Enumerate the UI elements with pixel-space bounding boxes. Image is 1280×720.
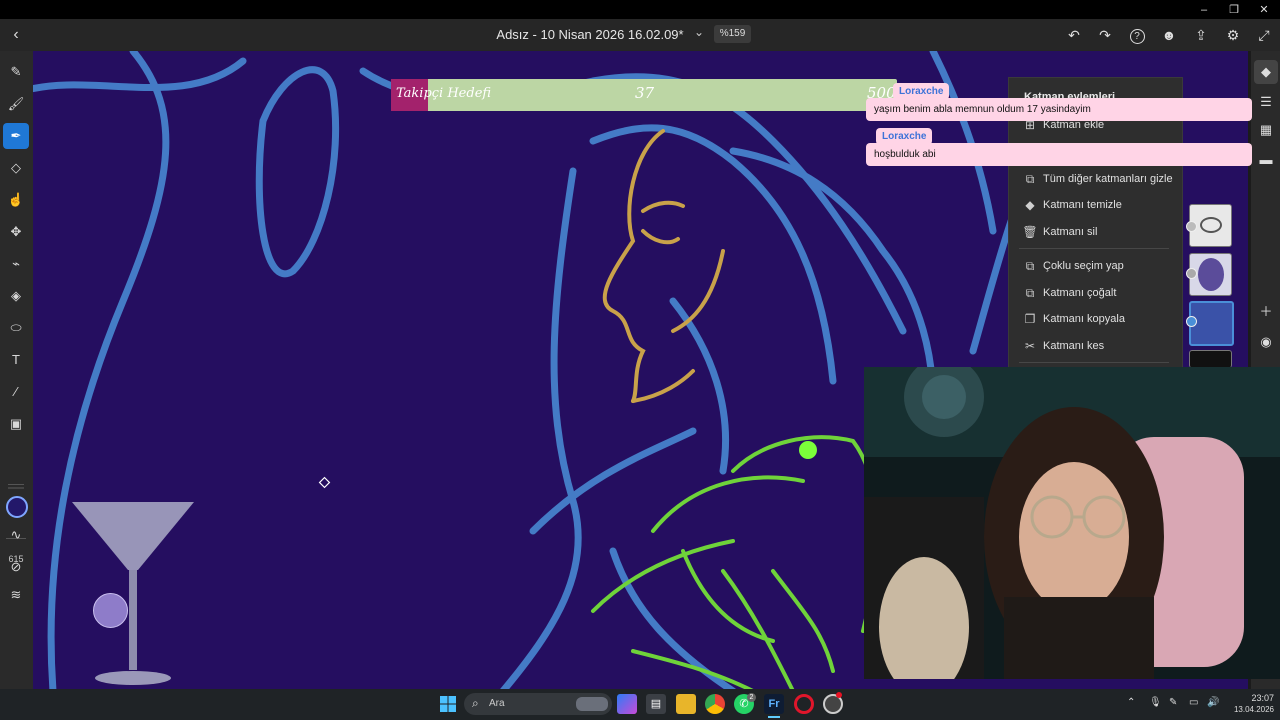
image-icon[interactable]: ▣ (3, 411, 29, 437)
pen-icon[interactable]: ✎ (1169, 697, 1177, 708)
eyedropper-icon[interactable]: ⁄ (3, 379, 29, 405)
follower-goal-bar: Takipçi Hedefi 37 500 (391, 79, 897, 111)
menu-item-1[interactable]: ⧉ Tüm diğer katmanları gizle (1009, 166, 1182, 192)
tools-toolbar: ✎ 🖌 ✒ ◇ ☝ ✥ ⌁ ◈ ⬭ T ⁄ ▣ 615 ∿ ⊘ ≋ (0, 51, 33, 689)
menu-item-label: Katmanı çoğalt (1043, 287, 1117, 299)
taskbar-search[interactable]: ⌕ Ara (464, 693, 612, 715)
start-icon[interactable] (438, 694, 458, 714)
volume-icon[interactable]: 🔊 (1207, 697, 1219, 708)
eye-icon[interactable]: ◉ (1254, 330, 1278, 354)
help-icon[interactable]: ? (1126, 24, 1148, 46)
pixel-brush-icon[interactable]: ✎ (3, 59, 29, 85)
redo-icon[interactable]: ↷ (1094, 24, 1116, 46)
menu-item-3[interactable]: 🗑 Katmanı sil (1009, 219, 1182, 245)
menu-divider (1019, 248, 1169, 249)
explorer-icon[interactable] (676, 694, 696, 714)
adjustments-icon[interactable]: ☰ (1254, 90, 1278, 114)
menu-item-2[interactable]: ◆ Katmanı temizle (1009, 192, 1182, 218)
clock-date[interactable]: 13.04.2026 (1224, 705, 1274, 714)
search-icon: ⌕ (472, 696, 479, 710)
layer-visibility-dot[interactable] (1186, 268, 1197, 279)
smudge-icon[interactable]: ☝ (3, 187, 29, 213)
menu-item-label: Tüm diğer katmanları gizle (1043, 173, 1173, 185)
scissors-icon: ✂ (1024, 339, 1036, 353)
chat-message: yaşım benim abla memnun oldum 17 yasinda… (866, 98, 1252, 121)
menu-item-label: Katmanı kes (1043, 340, 1105, 352)
active-app-indicator (768, 716, 780, 718)
notification-badge: 2 (747, 693, 756, 702)
menu-item-label: Katmanı sil (1043, 226, 1098, 238)
fill-icon[interactable]: ◈ (3, 283, 29, 309)
move-icon[interactable]: ✥ (3, 219, 29, 245)
menu-item-5[interactable]: ⧉ Katmanı çoğalt (1009, 280, 1182, 306)
grid-icon[interactable]: ▦ (1254, 118, 1278, 142)
microphone-icon[interactable]: 🎙 (1149, 697, 1162, 708)
zoom-level[interactable]: %159 (714, 25, 751, 43)
layer-visibility-dot[interactable] (1186, 316, 1197, 327)
goal-current: 37 (635, 84, 655, 102)
close-button[interactable]: ✕ (1249, 1, 1279, 19)
search-highlight-image (576, 697, 608, 711)
webcam-overlay (864, 367, 1280, 679)
martini-glass-decoration (72, 502, 194, 685)
clock-time[interactable]: 23:07 (1234, 693, 1274, 703)
menu-item-label: Katmanı kopyala (1043, 313, 1125, 325)
color-swatch[interactable] (6, 496, 28, 518)
opera-icon[interactable] (794, 694, 814, 714)
add-layer-icon[interactable]: ＋ (1254, 300, 1278, 324)
comments-icon[interactable]: ▬ (1254, 148, 1278, 172)
menu-item-7[interactable]: ✂ Katmanı kes (1009, 333, 1182, 359)
fresco-icon[interactable]: Fr (764, 694, 784, 714)
vector-brush-icon[interactable]: ✒ (3, 123, 29, 149)
minimize-button[interactable]: – (1189, 1, 1219, 19)
eraser-icon[interactable]: ◇ (3, 155, 29, 181)
stabilizer-icon[interactable]: ∿ (3, 522, 29, 548)
clear-layer-icon: ◆ (1025, 198, 1035, 212)
pressure-icon[interactable]: ⊘ (3, 554, 29, 580)
menu-item-4[interactable]: ⧉ Çoklu seçim yap (1009, 253, 1182, 279)
webcam-feed (864, 367, 1280, 679)
settings-icon[interactable]: ⚙ (1222, 24, 1244, 46)
copilot-icon[interactable] (617, 694, 637, 714)
network-icon[interactable]: ▭ (1189, 697, 1198, 708)
live-brush-icon[interactable]: 🖌 (3, 91, 29, 117)
layer-visibility-dot[interactable] (1186, 221, 1197, 232)
trash-icon: 🗑 (1022, 225, 1038, 239)
lasso-icon[interactable]: ⌁ (3, 251, 29, 277)
goal-title: Takipçi Hedefi (396, 86, 492, 101)
shape-icon[interactable]: ⬭ (3, 315, 29, 341)
undo-icon[interactable]: ↶ (1063, 24, 1085, 46)
document-title[interactable]: Adsız - 10 Nisan 2026 16.02.09* (470, 27, 710, 42)
multi-select-icon: ⧉ (1025, 259, 1035, 273)
menu-divider (1019, 362, 1169, 363)
text-icon[interactable]: T (3, 347, 29, 373)
divider (8, 484, 24, 485)
brush-cursor (93, 593, 128, 628)
layer-thumbnail[interactable] (1189, 350, 1232, 368)
maximize-button[interactable]: ❐ (1219, 1, 1249, 19)
chevron-down-icon[interactable]: ⌄ (694, 25, 704, 39)
recording-dot (836, 692, 842, 698)
windows-taskbar: ⌕ Ara ▤ ✆ 2 Fr ⌃ 🎙 ✎ ▭ 🔊 23:07 13.04.202… (0, 689, 1280, 720)
window-titlebar: – ❐ ✕ (0, 0, 1280, 19)
share-icon[interactable]: ⇪ (1190, 24, 1212, 46)
duplicate-icon: ⧉ (1025, 286, 1035, 300)
back-icon[interactable]: ‹ (6, 24, 26, 46)
divider (8, 487, 24, 489)
brush-settings-icon[interactable]: ≋ (3, 582, 29, 608)
chevron-up-icon[interactable]: ⌃ (1127, 697, 1135, 708)
hide-layers-icon: ⧉ (1025, 172, 1035, 186)
app-header: ‹ Adsız - 10 Nisan 2026 16.02.09* ⌄ %159… (0, 19, 1280, 51)
copy-icon: ❐ (1024, 312, 1036, 326)
menu-item-label: Katmanı temizle (1043, 199, 1122, 211)
chrome-icon[interactable] (705, 694, 725, 714)
menu-item-6[interactable]: ❐ Katmanı kopyala (1009, 306, 1182, 332)
menu-item-label: Çoklu seçim yap (1043, 260, 1124, 272)
search-placeholder: Ara (489, 698, 505, 709)
chat-message: hoşbulduk abi (866, 143, 1252, 166)
layers-icon[interactable]: ◆ (1254, 60, 1278, 84)
user-icon[interactable]: ☻ (1158, 24, 1180, 46)
store-icon[interactable]: ▤ (646, 694, 666, 714)
fullscreen-icon[interactable]: ⤢ (1253, 24, 1275, 46)
